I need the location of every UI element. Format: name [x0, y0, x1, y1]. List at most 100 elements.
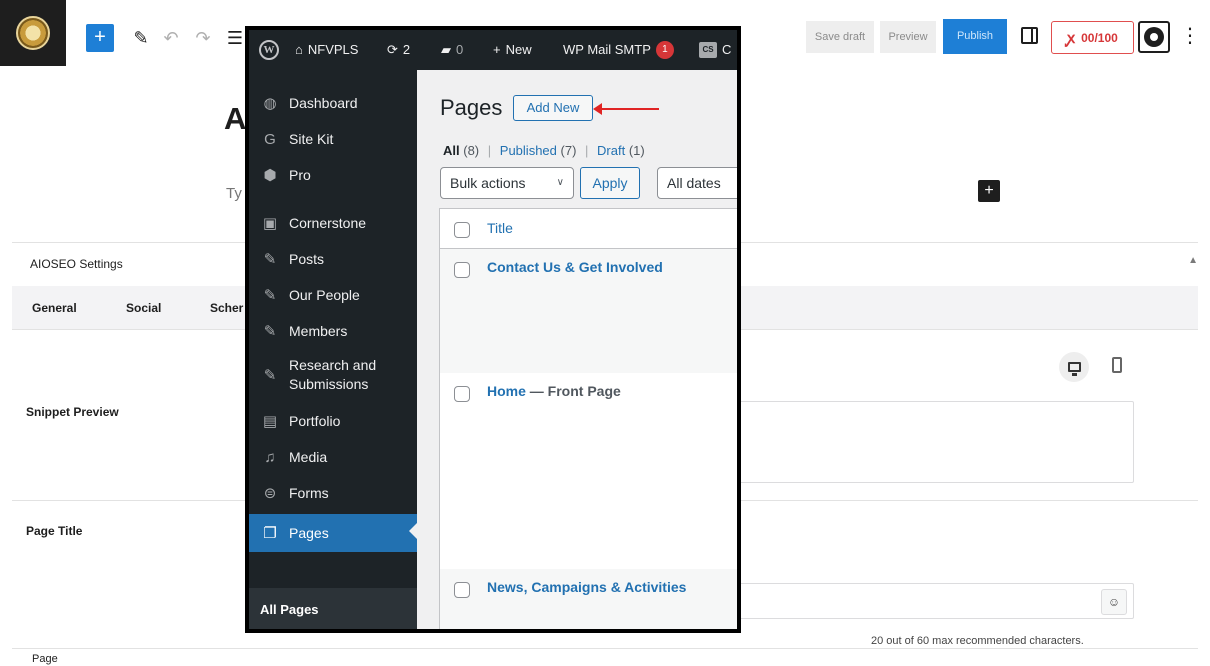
site-name-link[interactable]: ⌂ NFVPLS — [295, 30, 358, 70]
filter-all-count: (8) — [463, 143, 480, 158]
wp-mail-smtp-link[interactable]: WP Mail SMTP 1 — [563, 30, 674, 70]
aioseo-logo-icon: ꭙ — [1067, 29, 1076, 47]
page-title: Pages — [440, 95, 503, 120]
sidebar-item-dashboard[interactable]: ◍ Dashboard — [249, 88, 417, 118]
media-icon: ♫ — [264, 448, 276, 466]
sidebar-item-label: Pages — [289, 524, 329, 541]
table-row: Contact Us & Get Involved — [440, 249, 737, 373]
pencil-tool-icon[interactable]: ✎ — [128, 24, 154, 52]
updates-icon: ⟳ — [387, 42, 398, 57]
comments-count: 0 — [456, 42, 464, 57]
sidebar-toggle-icon[interactable] — [1021, 27, 1038, 44]
tab-social[interactable]: Social — [126, 301, 161, 315]
sidebar-item-label: Portfolio — [289, 412, 341, 429]
row-checkbox[interactable] — [454, 582, 470, 598]
sidebar-item-forms[interactable]: ⊜ Forms — [249, 478, 417, 508]
mobile-preview-icon[interactable] — [1112, 357, 1122, 373]
forms-icon: ⊜ — [263, 485, 277, 502]
desktop-preview-icon[interactable] — [1059, 352, 1089, 382]
row-title-link[interactable]: Home — Front Page — [487, 383, 621, 399]
add-block-button[interactable]: + — [86, 24, 114, 52]
cornerstone-link[interactable]: CS C — [699, 30, 731, 70]
chevron-down-icon: ∨ — [556, 177, 564, 188]
dashboard-icon: ◍ — [263, 95, 277, 112]
sidebar-item-label: Dashboard — [289, 94, 358, 111]
sidebar-item-label: Pro — [289, 166, 311, 183]
sidebar-item-site-kit[interactable]: G Site Kit — [249, 124, 417, 154]
filter-draft-count: (1) — [628, 143, 645, 158]
sidebar-item-label: Posts — [289, 250, 325, 267]
redo-icon[interactable]: ↷ — [190, 24, 216, 52]
updates-count: 2 — [402, 42, 411, 57]
portfolio-icon: ▤ — [262, 413, 278, 430]
new-label: New — [505, 42, 532, 57]
row-title-link[interactable]: Contact Us & Get Involved — [487, 259, 663, 275]
sidebar-item-members[interactable]: ✎ Members — [249, 316, 417, 346]
annotation-arrow — [593, 103, 659, 115]
table-row: News, Campaigns & Activities — [440, 569, 737, 629]
save-draft-button[interactable]: Save draft — [806, 21, 874, 53]
settings-gear-icon[interactable] — [1138, 21, 1170, 53]
collapse-caret-icon[interactable]: ▲ — [1188, 255, 1198, 266]
dates-filter-select[interactable]: All dates — [657, 167, 737, 199]
cornerstone-icon: ▣ — [262, 215, 278, 232]
pin-icon: ✎ — [263, 323, 277, 340]
medal-logo-icon — [16, 16, 50, 50]
sidebar-item-pages[interactable]: ❐ Pages — [249, 514, 417, 552]
comments-link[interactable]: ▰ 0 — [441, 30, 463, 70]
bulk-actions-select[interactable]: Bulk actions ∨ — [440, 167, 574, 199]
post-title-fragment[interactable]: A — [224, 101, 246, 137]
tab-schema[interactable]: Scher — [210, 301, 243, 315]
page-title-input[interactable] — [700, 583, 1134, 619]
publish-button[interactable]: Publish — [943, 19, 1007, 54]
admin-bar: W ⌂ NFVPLS ⟳ 2 ▰ 0 + New WP Mail SMTP 1 … — [249, 30, 737, 70]
tab-general[interactable]: General — [32, 301, 77, 315]
row-title-link[interactable]: News, Campaigns & Activities — [487, 579, 686, 595]
select-all-checkbox[interactable] — [454, 222, 470, 238]
pages-icon: ❐ — [263, 525, 277, 542]
more-options-icon[interactable]: ⋮ — [1180, 24, 1200, 52]
site-name: NFVPLS — [307, 42, 359, 57]
new-content-link[interactable]: + New — [493, 30, 532, 70]
snippet-preview-label: Snippet Preview — [26, 405, 119, 419]
status-filters: All (8) | Published (7) | Draft (1) — [443, 143, 645, 158]
table-header: Title — [440, 209, 737, 249]
pro-shield-icon: ⬢ — [263, 167, 277, 184]
updates-link[interactable]: ⟳ 2 — [387, 30, 410, 70]
wordpress-logo-icon[interactable]: W — [259, 30, 279, 70]
filter-published[interactable]: Published — [500, 143, 557, 158]
sidebar-item-our-people[interactable]: ✎ Our People — [249, 280, 417, 310]
add-new-page-button[interactable]: Add New — [513, 95, 593, 121]
block-placeholder-fragment[interactable]: Ty — [226, 185, 242, 202]
column-title[interactable]: Title — [487, 220, 513, 236]
filter-draft[interactable]: Draft — [597, 143, 625, 158]
preview-button[interactable]: Preview — [880, 21, 936, 53]
pin-icon: ✎ — [263, 251, 277, 268]
sidebar-item-cornerstone[interactable]: ▣ Cornerstone — [249, 208, 417, 238]
notification-badge: 1 — [655, 41, 674, 59]
row-checkbox[interactable] — [454, 386, 470, 402]
sidebar-item-research-and-submissions[interactable]: ✎ Research and Submissions — [249, 354, 417, 396]
site-logo[interactable] — [0, 0, 66, 66]
sidebar-item-posts[interactable]: ✎ Posts — [249, 244, 417, 274]
block-inserter-button[interactable]: + — [978, 180, 1000, 202]
apply-button[interactable]: Apply — [580, 167, 640, 199]
aioseo-score-button[interactable]: ꭙ 00/100 — [1051, 21, 1134, 54]
sidebar-item-pro[interactable]: ⬢ Pro — [249, 160, 417, 190]
sidebar-item-label: Forms — [289, 484, 329, 501]
seo-score-value: 00/100 — [1081, 30, 1118, 45]
pin-icon: ✎ — [263, 367, 277, 384]
sidebar-item-media[interactable]: ♫ Media — [249, 442, 417, 472]
sidebar-item-portfolio[interactable]: ▤ Portfolio — [249, 406, 417, 436]
emoji-picker-icon[interactable]: ☺ — [1101, 589, 1127, 615]
sidebar-item-label: Members — [289, 322, 348, 339]
cornerstone-label-cut: C — [722, 42, 732, 57]
sidebar-item-label: Media — [289, 448, 328, 465]
row-checkbox[interactable] — [454, 262, 470, 278]
filter-all[interactable]: All — [443, 143, 460, 158]
submenu-all-pages[interactable]: All Pages — [260, 602, 319, 617]
table-row: Home — Front Page — [440, 373, 737, 569]
cs-icon: CS — [699, 42, 717, 58]
home-icon: ⌂ — [295, 42, 303, 57]
undo-icon[interactable]: ↶ — [158, 24, 184, 52]
